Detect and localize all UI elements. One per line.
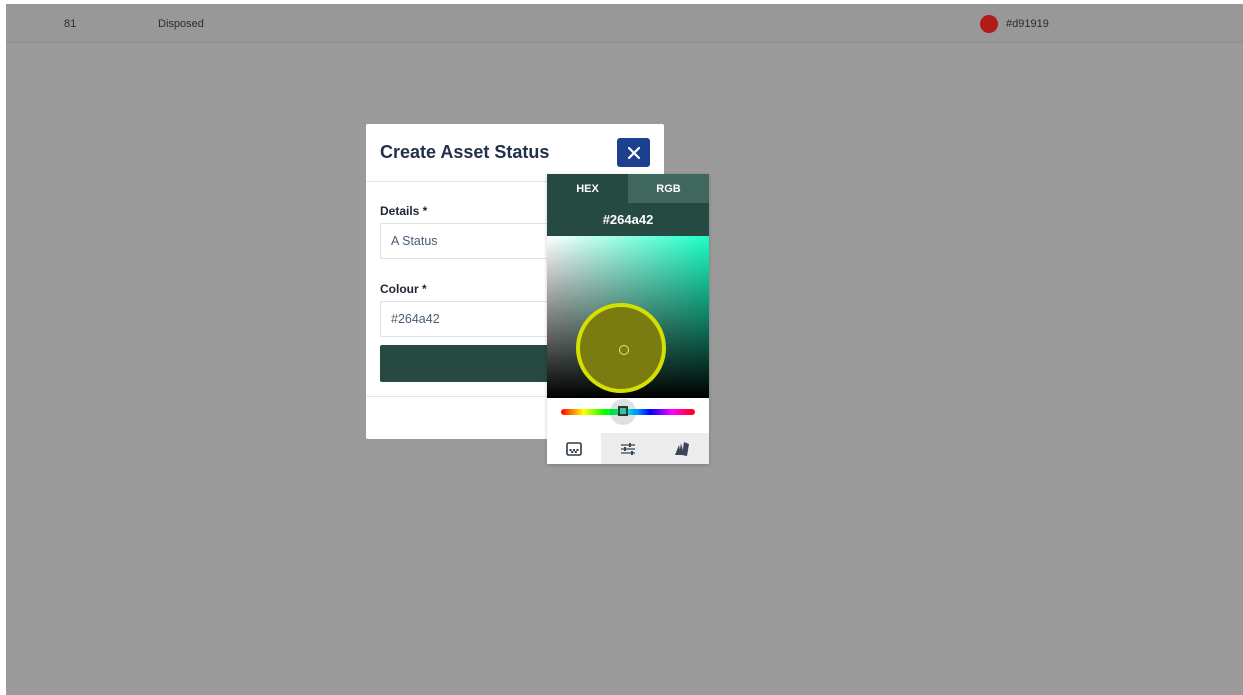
row-id: 81 [64, 18, 77, 30]
color-swatch [980, 15, 998, 33]
hue-handle[interactable] [618, 406, 628, 416]
details-label: Details * [380, 204, 428, 218]
colour-label: Colour * [380, 282, 427, 296]
picker-hex-value: #264a42 [547, 203, 709, 236]
hue-slider[interactable] [547, 398, 709, 433]
mode-swatches-button[interactable] [655, 433, 709, 464]
dialog-title: Create Asset Status [380, 142, 550, 162]
gradient-palette-icon [566, 441, 582, 456]
row-status: Disposed [158, 18, 204, 30]
sliders-icon [621, 442, 635, 455]
color-picker-popover: HEX RGB #264a42 [547, 174, 709, 464]
background-table-row: 81 Disposed #d91919 [6, 4, 1243, 43]
close-button[interactable] [617, 138, 650, 167]
mode-sliders-button[interactable] [601, 433, 655, 464]
swatches-icon [675, 441, 689, 456]
tab-hex[interactable]: HEX [547, 174, 628, 203]
saturation-handle[interactable] [619, 345, 629, 355]
saturation-area[interactable] [547, 236, 709, 398]
picker-tabs: HEX RGB [547, 174, 709, 203]
mode-gradient-button[interactable] [547, 433, 601, 464]
tab-rgb[interactable]: RGB [628, 174, 709, 203]
close-icon [627, 146, 640, 159]
row-hex: #d91919 [1006, 18, 1049, 30]
picker-mode-bar [547, 433, 709, 464]
